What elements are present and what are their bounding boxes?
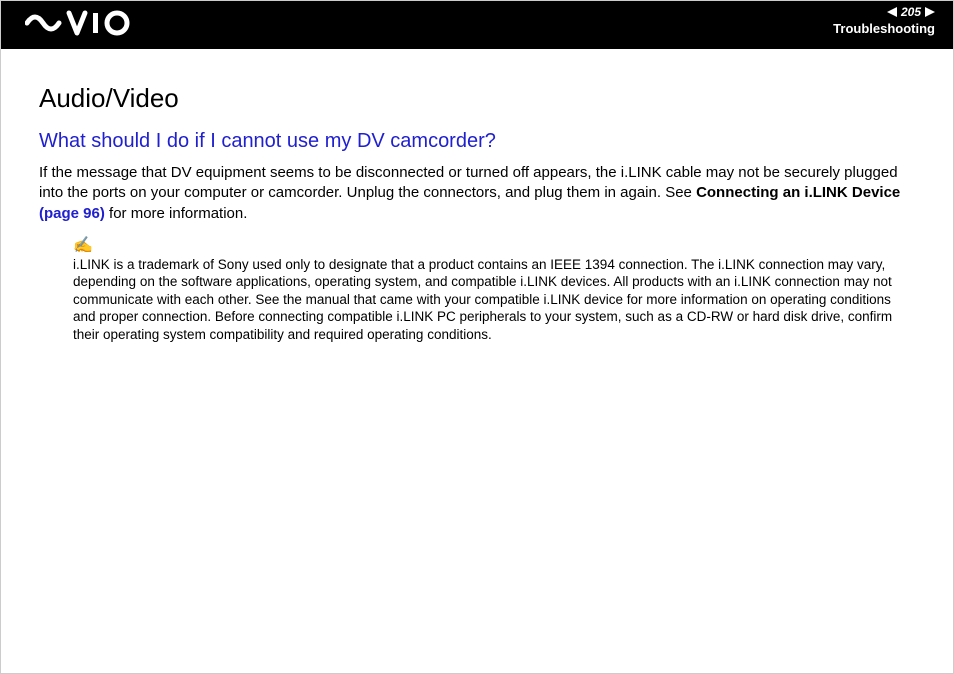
page-nav: 205 Troubleshooting [833, 5, 935, 36]
section-title: Audio/Video [39, 83, 915, 114]
vaio-logo [25, 9, 135, 37]
next-page-arrow-icon[interactable] [925, 7, 935, 17]
header-section-label: Troubleshooting [833, 21, 935, 36]
vaio-logo-svg [25, 9, 135, 37]
note-block: ✍ i.LINK is a trademark of Sony used onl… [73, 238, 905, 344]
note-pencil-icon: ✍ [73, 238, 905, 254]
page-header: 205 Troubleshooting [1, 1, 953, 49]
prev-page-arrow-icon[interactable] [887, 7, 897, 17]
note-text: i.LINK is a trademark of Sony used only … [73, 256, 905, 344]
para-text-2: for more information. [105, 205, 248, 222]
page-reference-link[interactable]: (page 96) [39, 205, 105, 222]
body-paragraph: If the message that DV equipment seems t… [39, 163, 915, 224]
question-heading: What should I do if I cannot use my DV c… [39, 130, 915, 153]
page-number: 205 [901, 5, 921, 19]
page-content: Audio/Video What should I do if I cannot… [1, 49, 953, 343]
para-bold-ref: Connecting an i.LINK Device [696, 184, 900, 201]
